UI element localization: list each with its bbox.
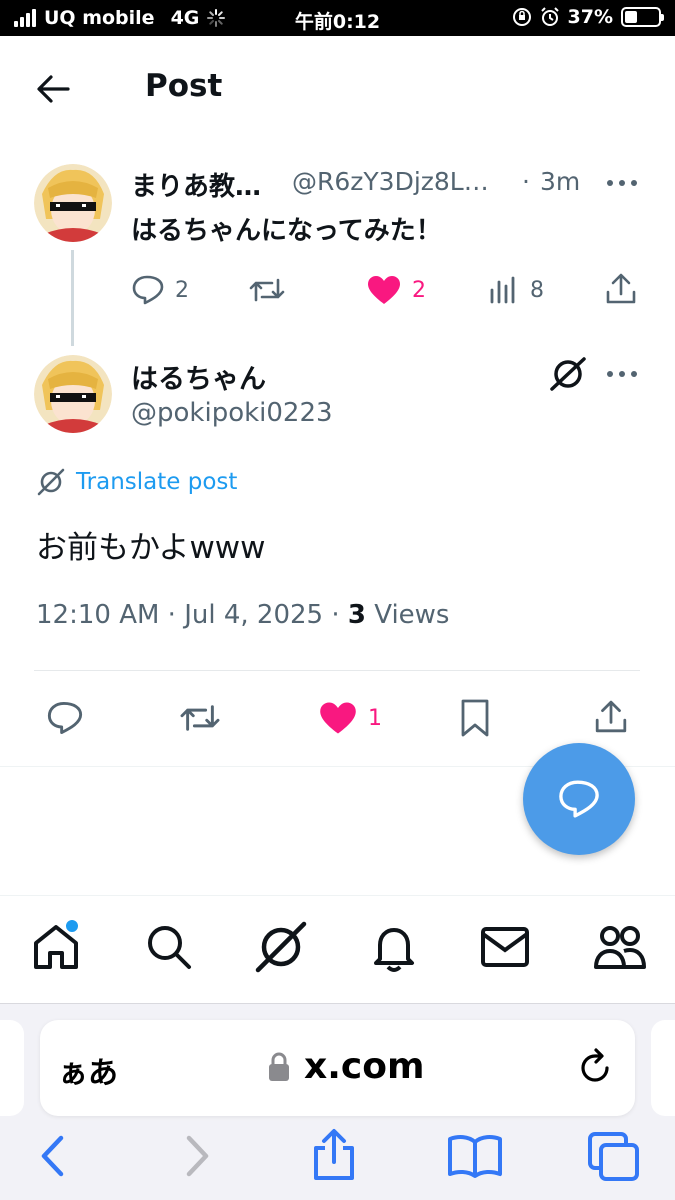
avatar-image: [34, 164, 112, 242]
share-button[interactable]: [594, 698, 628, 736]
page-title: Post: [145, 68, 223, 104]
battery-percent: 37%: [567, 6, 613, 28]
reply-button[interactable]: 2: [131, 274, 189, 306]
tabs-overview-icon[interactable]: [586, 1130, 642, 1184]
like-count: 2: [412, 277, 426, 303]
avatar[interactable]: [34, 355, 112, 433]
bookmarks-book-icon[interactable]: [446, 1132, 504, 1180]
translate-post-link[interactable]: Translate post: [36, 468, 237, 496]
divider: [34, 670, 640, 671]
translate-label: Translate post: [76, 469, 238, 495]
grok-icon[interactable]: [549, 356, 587, 392]
post-text: はるちゃんになってみた！: [131, 216, 442, 246]
reply-icon: [132, 275, 164, 305]
separator-dot: ·: [522, 167, 530, 196]
reply-count: 2: [175, 277, 189, 303]
repost-button[interactable]: [178, 700, 222, 736]
author-name[interactable]: はるちゃん: [131, 357, 266, 396]
lock-icon: [269, 1052, 289, 1081]
share-icon: [595, 700, 627, 733]
bookmark-button[interactable]: [459, 698, 491, 738]
share-icon[interactable]: [310, 1128, 358, 1182]
status-right: 37%: [512, 6, 664, 28]
previous-tab-preview[interactable]: [0, 1020, 24, 1116]
like-button[interactable]: 1: [318, 700, 382, 736]
search-icon[interactable]: [145, 923, 193, 971]
bottom-tab-bar: [0, 895, 675, 1003]
battery-icon: [621, 7, 664, 27]
analytics-icon: [490, 276, 515, 304]
avatar[interactable]: [34, 164, 112, 242]
repost-button[interactable]: [248, 274, 286, 306]
post-datetime[interactable]: 12:10 AM · Jul 4, 2025 ·: [36, 600, 348, 630]
back-arrow-icon[interactable]: [34, 72, 74, 106]
reply-icon: [47, 702, 83, 734]
bookmark-icon: [461, 699, 489, 737]
unread-indicator: [64, 918, 80, 934]
messages-mail-icon[interactable]: [480, 926, 530, 968]
author-name[interactable]: まりあ教…: [131, 166, 261, 203]
like-button[interactable]: 2: [366, 274, 426, 306]
post-text: お前もかよwww: [36, 530, 266, 566]
alarm-icon: [540, 7, 559, 26]
url-text: x.com: [304, 1046, 425, 1087]
url-display[interactable]: x.com: [268, 1046, 424, 1087]
notifications-bell-icon[interactable]: [370, 923, 418, 973]
share-icon: [606, 273, 636, 304]
like-count: 1: [368, 705, 382, 731]
views-label: Views: [365, 600, 450, 630]
compose-reply-button[interactable]: [523, 743, 635, 855]
more-options-icon[interactable]: [607, 178, 639, 188]
view-count: 8: [530, 277, 544, 303]
thread-connector: [71, 250, 74, 346]
address-bar[interactable]: ぁあ x.com: [40, 1020, 635, 1116]
heart-filled-icon: [320, 702, 356, 734]
communities-icon[interactable]: [593, 923, 647, 971]
post-time[interactable]: 3m: [540, 167, 580, 196]
status-bar: UQ mobile 4G 午前0:12 37%: [0, 0, 675, 36]
heart-filled-icon: [368, 276, 400, 304]
author-handle[interactable]: @R6zY3Djz8L…: [292, 167, 489, 196]
reload-icon[interactable]: [577, 1046, 613, 1086]
views-count: 3: [347, 600, 366, 630]
reply-button[interactable]: [46, 700, 84, 736]
page-menu-button[interactable]: ぁあ: [58, 1048, 118, 1092]
forward-chevron-icon[interactable]: [182, 1132, 214, 1180]
orientation-lock-icon: [512, 8, 531, 26]
browser-toolbar: ぁあ x.com: [0, 1003, 675, 1200]
views-button[interactable]: 8: [488, 274, 544, 306]
post-header: Post: [0, 36, 675, 136]
grok-icon[interactable]: [254, 920, 308, 974]
reply-plus-icon: [559, 780, 599, 818]
back-chevron-icon[interactable]: [36, 1132, 68, 1180]
post-metadata: 12:10 AM · Jul 4, 2025 · 3 Views: [36, 600, 449, 630]
more-options-icon[interactable]: [607, 369, 639, 379]
grok-icon: [37, 468, 65, 496]
share-button[interactable]: [605, 272, 637, 306]
author-handle[interactable]: @pokipoki0223: [131, 398, 333, 428]
avatar-image: [34, 355, 112, 433]
next-tab-preview[interactable]: [651, 1020, 675, 1116]
repost-icon: [249, 278, 285, 302]
repost-icon: [180, 705, 220, 731]
